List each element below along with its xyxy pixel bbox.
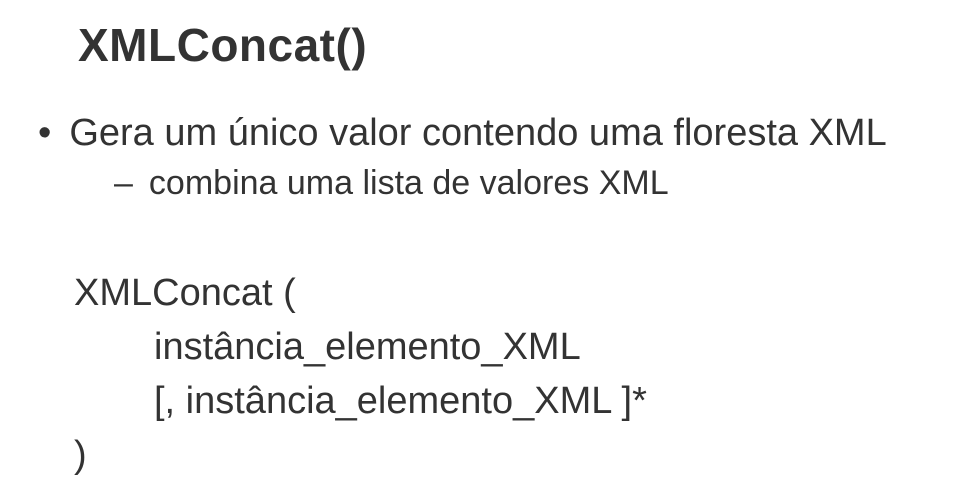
syntax-close: ) <box>74 428 931 482</box>
bullet-item: • Gera um único valor contendo uma flore… <box>38 110 931 156</box>
sub-text: combina uma lista de valores XML <box>149 162 669 204</box>
syntax-arg1: instância_elemento_XML <box>154 320 931 374</box>
page-title: XMLConcat() <box>78 18 931 72</box>
syntax-arg2: [, instância_elemento_XML ]* <box>154 374 931 428</box>
slide: XMLConcat() • Gera um único valor conten… <box>0 0 959 503</box>
dash-icon: – <box>114 162 133 204</box>
description-block: • Gera um único valor contendo uma flore… <box>38 110 931 204</box>
sub-item: – combina uma lista de valores XML <box>114 162 931 204</box>
bullet-icon: • <box>38 114 51 152</box>
syntax-open: XMLConcat ( <box>74 266 931 320</box>
syntax-block: XMLConcat ( instância_elemento_XML [, in… <box>74 266 931 482</box>
bullet-text: Gera um único valor contendo uma florest… <box>69 110 886 156</box>
